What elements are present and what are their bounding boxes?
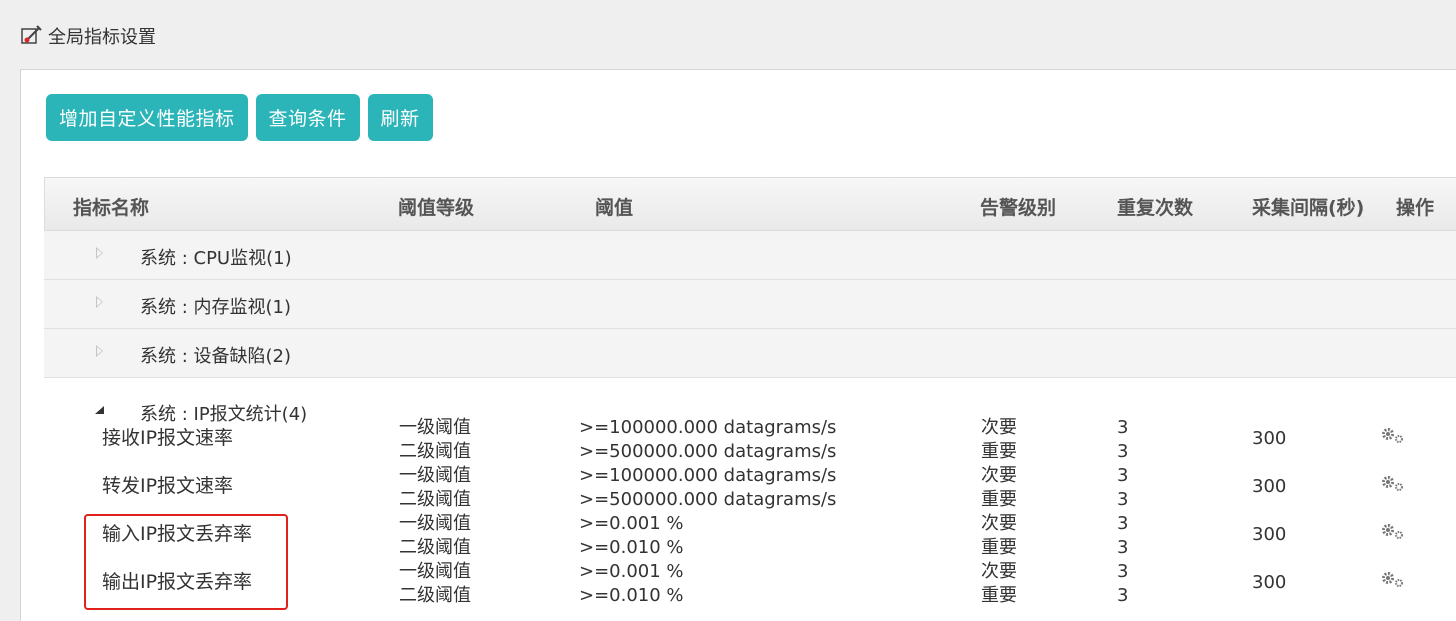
alarm-level: 重要	[981, 585, 1017, 606]
gear-icon[interactable]	[1380, 571, 1406, 589]
threshold-level: 二级阈值	[399, 537, 471, 558]
alarm-level: 重要	[981, 441, 1017, 462]
threshold-value: >=0.010 %	[579, 537, 684, 558]
repeat-count: 3	[1117, 465, 1129, 486]
toolbar: 增加自定义性能指标 查询条件 刷新	[46, 94, 433, 141]
repeat-count: 3	[1117, 561, 1129, 582]
alarm-level: 次要	[981, 465, 1017, 486]
threshold-level: 二级阈值	[399, 585, 471, 606]
group-label: 系统 : CPU监视(1)	[140, 248, 292, 269]
group-label[interactable]: 系统 : IP报文统计(4)	[140, 400, 307, 426]
repeat-count: 3	[1117, 489, 1129, 510]
main-panel: 增加自定义性能指标 查询条件 刷新 指标名称 阈值等级 阈值 告警级别 重复次数…	[20, 69, 1456, 621]
repeat-count: 3	[1117, 417, 1129, 438]
gear-icon[interactable]	[1380, 523, 1406, 541]
collect-interval: 300	[1252, 476, 1287, 497]
repeat-count: 3	[1117, 537, 1129, 558]
repeat-count: 3	[1117, 513, 1129, 534]
highlight-box	[84, 514, 288, 610]
group-row-memory[interactable]: 系统 : 内存监视(1)	[44, 280, 1456, 329]
column-header-interval[interactable]: 采集间隔(秒)	[1252, 193, 1364, 220]
alarm-level: 次要	[981, 561, 1017, 582]
group-row-cpu[interactable]: 系统 : CPU监视(1)	[44, 231, 1456, 280]
metric-name: 接收IP报文速率	[102, 427, 234, 449]
threshold-value: >=500000.000 datagrams/s	[579, 441, 837, 462]
alarm-level: 重要	[981, 537, 1017, 558]
column-header-threshold-level[interactable]: 阈值等级	[398, 193, 474, 220]
threshold-value: >=0.010 %	[579, 585, 684, 606]
gear-icon[interactable]	[1380, 475, 1406, 493]
column-header-actions: 操作	[1396, 197, 1435, 219]
threshold-level: 一级阈值	[399, 561, 471, 582]
repeat-count: 3	[1117, 585, 1129, 606]
collect-interval: 300	[1252, 572, 1287, 593]
refresh-button[interactable]: 刷新	[367, 94, 433, 141]
gear-icon[interactable]	[1380, 427, 1406, 445]
threshold-value: >=100000.000 datagrams/s	[579, 465, 837, 486]
group-label: 系统 : 内存监视(1)	[140, 297, 292, 318]
column-header-metric-name[interactable]: 指标名称	[73, 193, 149, 220]
edit-wrench-icon	[21, 25, 42, 44]
threshold-value: >=0.001 %	[579, 561, 684, 582]
expand-arrow-icon[interactable]	[96, 296, 103, 308]
alarm-level: 重要	[981, 489, 1017, 510]
column-header-alarm-level[interactable]: 告警级别	[980, 193, 1056, 220]
column-header-repeat-count[interactable]: 重复次数	[1117, 193, 1193, 220]
repeat-count: 3	[1117, 441, 1129, 462]
alarm-level: 次要	[981, 513, 1017, 534]
group-row-device-defect[interactable]: 系统 : 设备缺陷(2)	[44, 329, 1456, 378]
threshold-level: 一级阈值	[399, 513, 471, 534]
add-custom-metric-button[interactable]: 增加自定义性能指标	[46, 94, 248, 141]
query-conditions-button[interactable]: 查询条件	[255, 94, 360, 141]
threshold-value: >=500000.000 datagrams/s	[579, 489, 837, 510]
threshold-value: >=0.001 %	[579, 513, 684, 534]
threshold-level: 二级阈值	[399, 441, 471, 462]
expand-arrow-icon[interactable]	[96, 345, 103, 357]
alarm-level: 次要	[981, 417, 1017, 438]
collect-interval: 300	[1252, 428, 1287, 449]
group-label: 系统 : 设备缺陷(2)	[140, 346, 292, 367]
threshold-level: 一级阈值	[399, 465, 471, 486]
metric-name: 转发IP报文速率	[102, 475, 234, 497]
page-header: 全局指标设置	[20, 24, 156, 48]
collect-interval: 300	[1252, 524, 1287, 545]
threshold-value: >=100000.000 datagrams/s	[579, 417, 837, 438]
expand-arrow-icon[interactable]	[96, 247, 103, 259]
column-header-threshold[interactable]: 阈值	[595, 193, 633, 220]
page-title: 全局指标设置	[48, 27, 156, 48]
table-header: 指标名称 阈值等级 阈值 告警级别 重复次数 采集间隔(秒) 操作	[44, 177, 1456, 231]
threshold-level: 一级阈值	[399, 417, 471, 438]
collapse-arrow-icon[interactable]	[95, 406, 104, 414]
threshold-level: 二级阈值	[399, 489, 471, 510]
